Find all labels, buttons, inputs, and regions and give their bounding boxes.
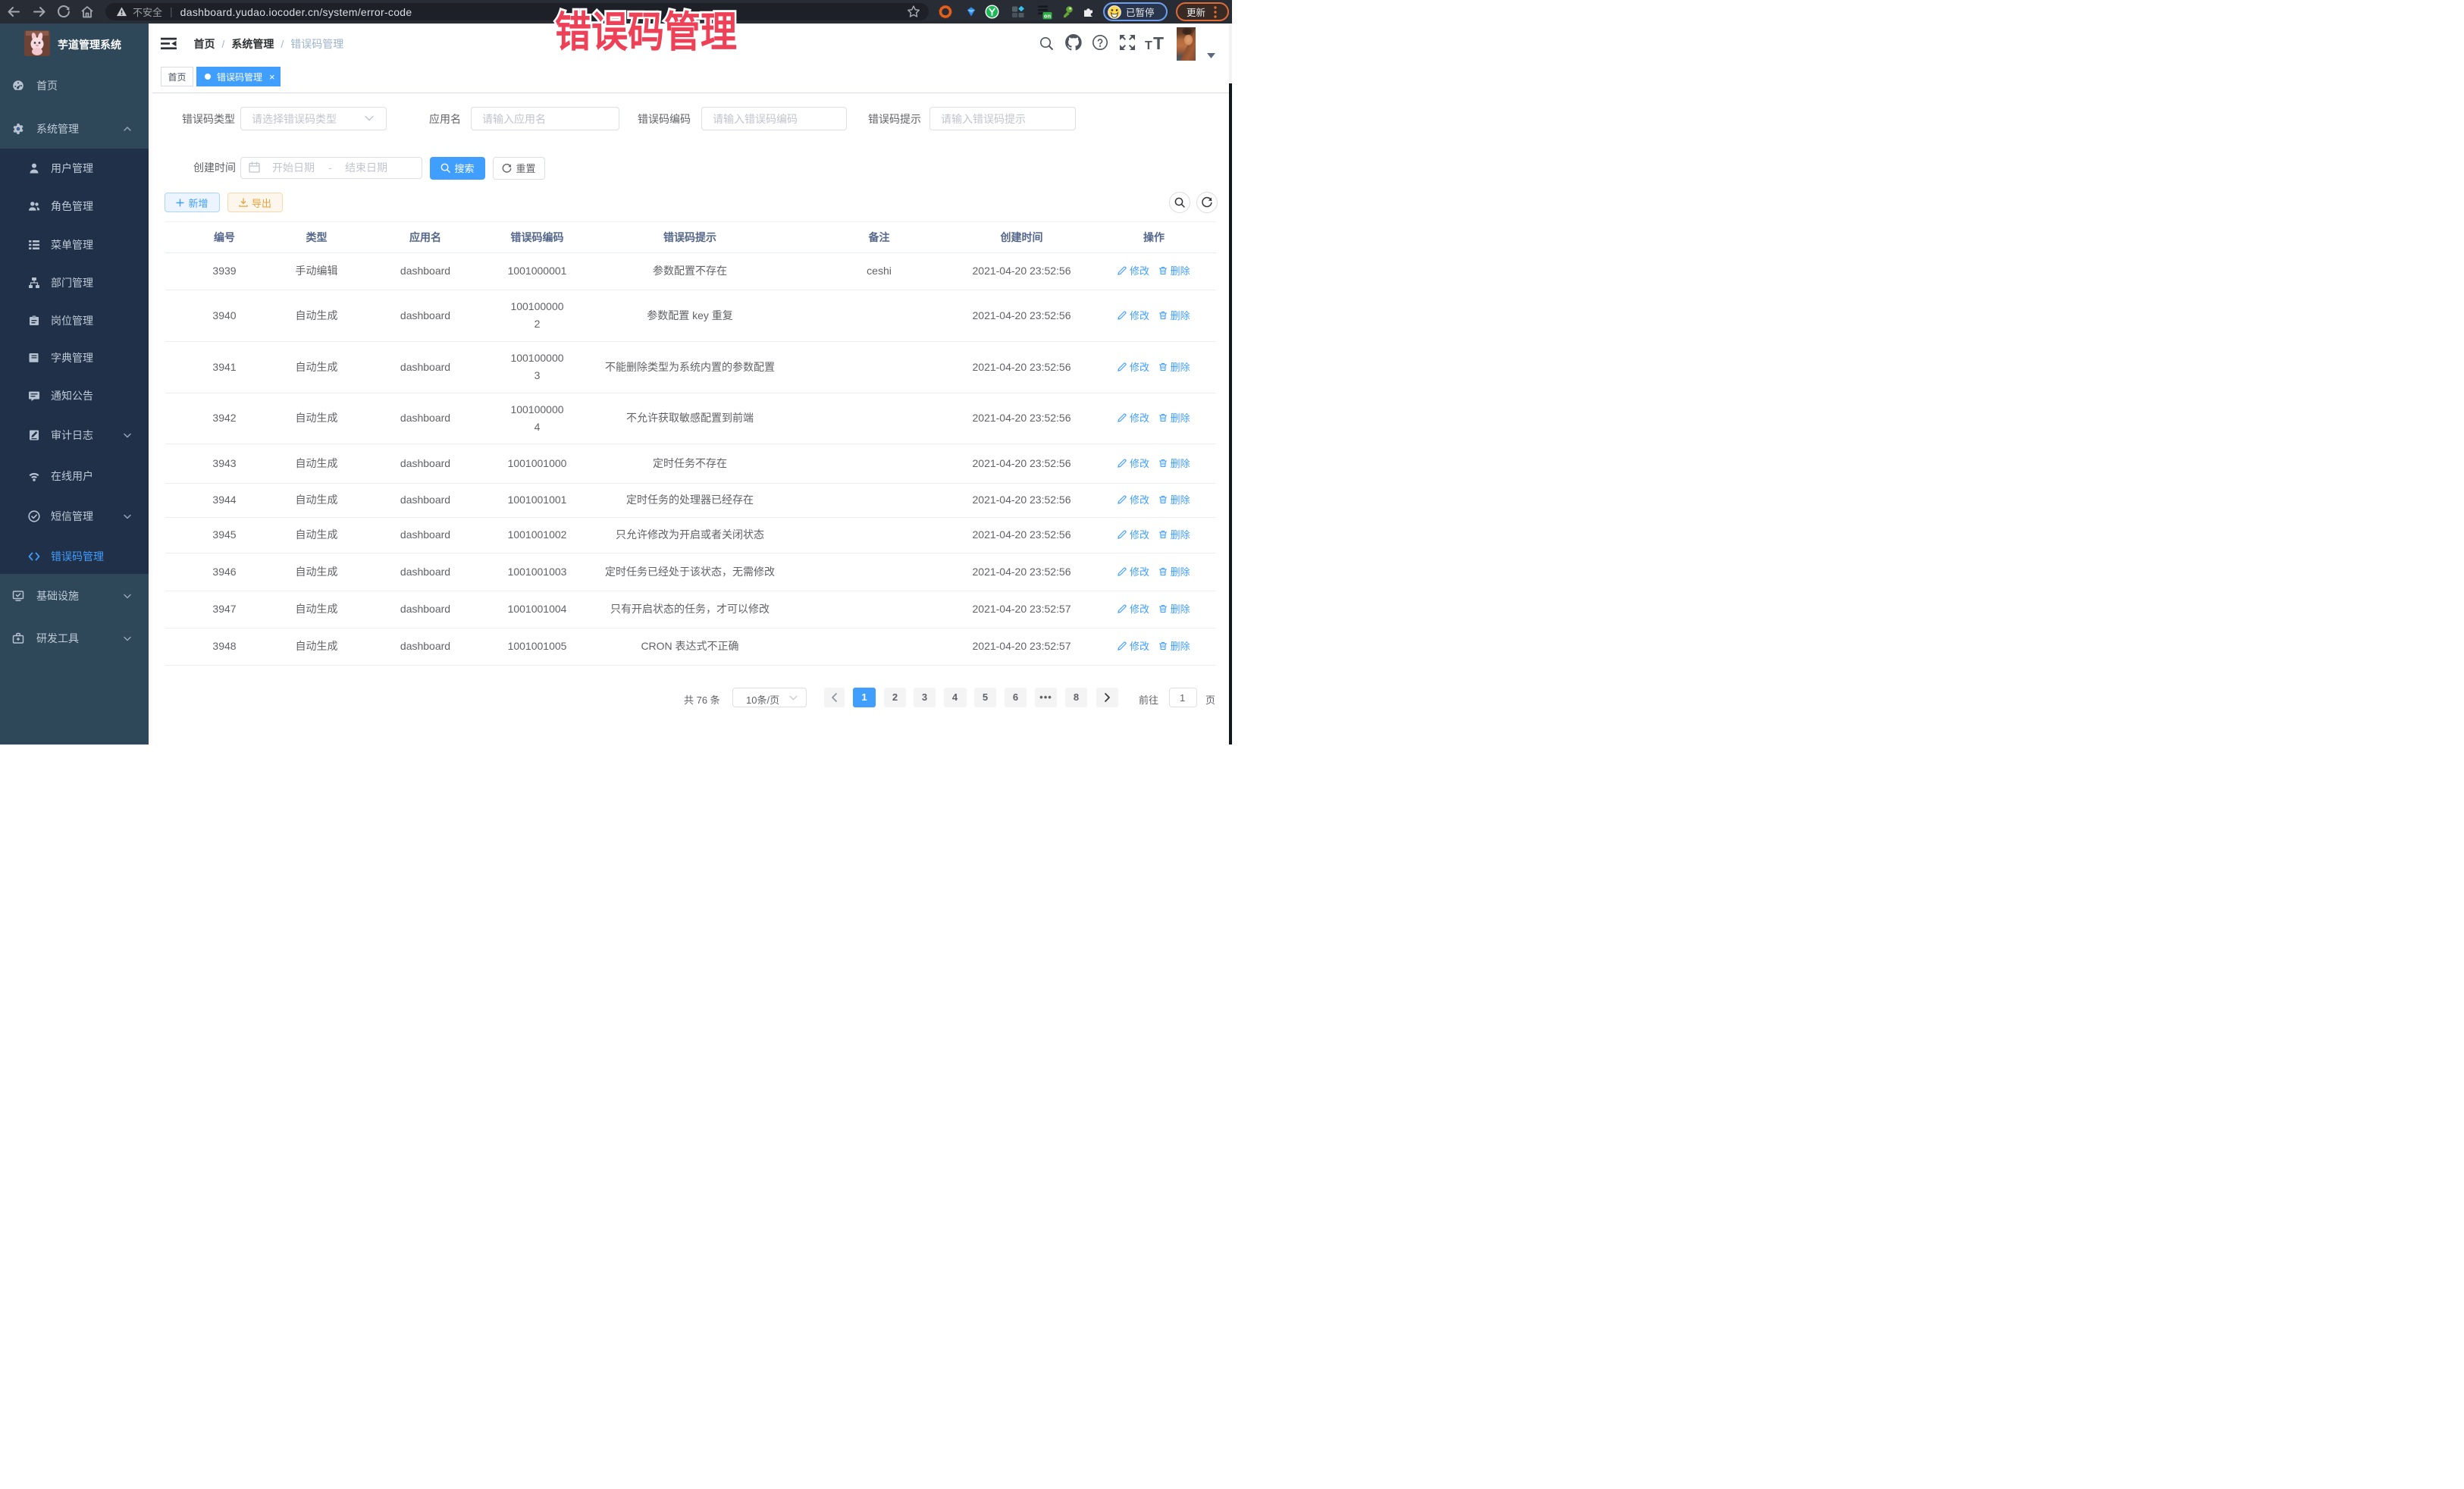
svg-text:on: on bbox=[1044, 12, 1052, 19]
svg-text:T: T bbox=[1145, 39, 1152, 52]
svg-text:错误码管理: 错误码管理 bbox=[555, 9, 737, 56]
svg-text:T: T bbox=[1153, 33, 1164, 53]
